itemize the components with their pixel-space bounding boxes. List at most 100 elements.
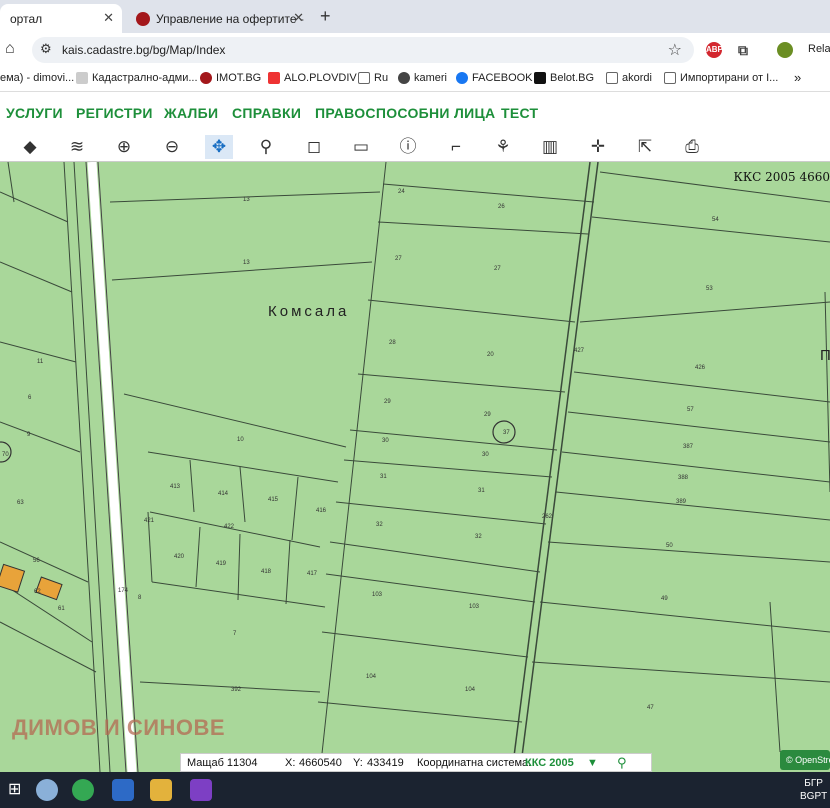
parcel-number: 418 <box>261 569 272 575</box>
parcel-number: 6 <box>28 395 32 401</box>
bookmark-label: Импортирани от I... <box>680 72 779 84</box>
info-icon[interactable]: ⓘ <box>394 135 422 159</box>
tab-cadastre-portal[interactable]: ортал ✕ <box>0 4 122 33</box>
close-icon[interactable]: ✕ <box>103 10 114 26</box>
parcel-number: 104 <box>465 687 476 693</box>
parcel-number: 47 <box>647 705 654 711</box>
parcel-number: 62 <box>34 589 41 595</box>
bookmark-item[interactable]: FACEBOOK <box>456 72 533 84</box>
export-icon[interactable]: ⇱ <box>631 135 659 159</box>
parcel-number: 420 <box>174 554 185 560</box>
parcel-number: 32 <box>475 534 482 540</box>
bookmark-item[interactable]: akordi <box>606 72 652 84</box>
parcel-number: 37 <box>503 430 510 436</box>
bookmark-label: ALO.PLOVDIV <box>284 72 357 84</box>
site-info-icon[interactable]: ⚙ <box>40 41 52 57</box>
draw-polygon-icon[interactable]: ◻ <box>300 135 328 159</box>
nav-licensed-persons[interactable]: ПРАВОСПОСОБНИ ЛИЦА <box>315 105 495 121</box>
bookmark-label: Кадастрално-адми... <box>92 72 198 84</box>
select-icon[interactable]: ⌐ <box>442 135 470 159</box>
coordinate-system-select[interactable]: ККС 2005 <box>525 757 574 769</box>
parcel-number: 103 <box>469 604 480 610</box>
chevron-down-icon[interactable]: ▼ <box>587 757 598 769</box>
parcel-number: 389 <box>676 499 687 505</box>
parcel-number: 26 <box>498 204 505 210</box>
bookmark-item[interactable]: Belot.BG <box>534 72 594 84</box>
parcel-number: 13 <box>243 260 250 266</box>
nav-test[interactable]: ТЕСТ <box>501 105 538 121</box>
parcel-number: 416 <box>316 508 327 514</box>
map-toolbar: ◆ ≋ ⊕ ⊖ ✥ ⚲ ◻ ▭ ⓘ ⌐ ⚘ ▥ ✛ ⇱ ⎙ <box>0 132 830 162</box>
language-indicator[interactable]: БГР BGPT <box>800 777 827 803</box>
browser-toolbar: ⌂ ⚙ kais.cadastre.bg/bg/Map/Index ☆ ABP … <box>0 33 830 66</box>
bookmark-label: IMOT.BG <box>216 72 262 84</box>
folder-icon <box>664 72 676 84</box>
new-tab-button[interactable]: + <box>320 6 331 27</box>
bookmark-item[interactable]: kameri <box>398 72 447 84</box>
parcel-number: 413 <box>170 484 181 490</box>
app-icon[interactable] <box>112 779 134 801</box>
parcel-number: 392 <box>231 687 242 693</box>
parcel-number: 262 <box>542 514 553 520</box>
address-bar[interactable]: ⚙ kais.cadastre.bg/bg/Map/Index ☆ <box>32 37 694 63</box>
measure-area-icon[interactable]: ▭ <box>347 135 375 159</box>
bookmark-star-icon[interactable]: ☆ <box>668 40 682 60</box>
bookmark-label: kameri <box>414 72 448 84</box>
chrome-icon[interactable] <box>72 779 94 801</box>
place-name-partial: П <box>820 347 830 364</box>
nav-complaints[interactable]: ЖАЛБИ <box>164 105 218 121</box>
bookmark-item[interactable]: ема) - dimovi... <box>0 72 74 84</box>
relaunch-button[interactable]: Rela <box>808 43 830 55</box>
route-icon[interactable]: ⚘ <box>489 135 517 159</box>
taskbar: ⊞ БГР BGPT <box>0 772 830 808</box>
close-icon[interactable]: ✕ <box>293 10 304 26</box>
viber-icon[interactable] <box>190 779 212 801</box>
folder-icon[interactable] <box>150 779 172 801</box>
nav-services[interactable]: УСЛУГИ <box>6 105 63 121</box>
bookmark-item[interactable]: Кадастрално-адми... <box>76 72 198 84</box>
avatar[interactable] <box>777 42 793 58</box>
zoom-out-icon[interactable]: ⊖ <box>158 135 186 159</box>
crosshair-icon[interactable]: ✛ <box>584 135 612 159</box>
y-label: Y: <box>353 757 363 769</box>
cadastral-map[interactable]: ККС 2005 4660 Комсала П 24 26 13 54 27 27 13 53… <box>0 162 830 772</box>
home-icon[interactable]: ⌂ <box>5 40 15 58</box>
bookmark-item[interactable]: Импортирани от I... <box>664 72 778 84</box>
bookmark-item[interactable]: ALO.PLOVDIV <box>268 72 357 84</box>
nav-registers[interactable]: РЕГИСТРИ <box>76 105 153 121</box>
layers-icon[interactable]: ◆ <box>16 135 44 159</box>
print-icon[interactable]: ⎙ <box>678 135 706 159</box>
nav-references[interactable]: СПРАВКИ <box>232 105 301 121</box>
location-pin-icon[interactable]: ⚲ <box>252 135 280 159</box>
parcel-number: 388 <box>678 475 689 481</box>
adblock-icon[interactable]: ABP <box>706 42 723 58</box>
parcel-number: 29 <box>484 412 491 418</box>
search-icon[interactable]: ⚲ <box>617 755 627 771</box>
parcel-number: 32 <box>376 522 383 528</box>
scale-value: 1304 <box>233 757 258 769</box>
watermark: ДИМОВ И СИНОВЕ <box>12 715 226 740</box>
x-label: X: <box>285 757 296 769</box>
bookmark-item[interactable]: IMOT.BG <box>200 72 261 84</box>
parcel-number: 61 <box>58 606 65 612</box>
more-bookmarks-icon[interactable]: » <box>794 70 801 85</box>
attribution: © OpenStreetMap <box>780 750 830 770</box>
parcel-number: 49 <box>661 596 668 602</box>
map-icon[interactable]: ▥ <box>536 135 564 159</box>
weather-icon[interactable] <box>36 779 58 801</box>
x-value: 4660540 <box>299 757 342 769</box>
extensions-icon[interactable]: ⧉ <box>735 42 751 58</box>
zoom-in-icon[interactable]: ⊕ <box>110 135 138 159</box>
language-label: БГР <box>804 778 823 789</box>
parcel-lines <box>0 162 830 772</box>
bookmarks-bar: ема) - dimovi... Кадастрално-адми... IMO… <box>0 66 830 92</box>
spade-icon <box>534 72 546 84</box>
bookmark-item[interactable]: Ru <box>358 72 388 84</box>
pan-icon[interactable]: ✥ <box>205 135 233 159</box>
layer-stack-icon[interactable]: ≋ <box>63 135 91 159</box>
layout-label: BGPT <box>800 791 828 802</box>
start-icon[interactable]: ⊞ <box>8 779 30 801</box>
parcel-number: 56 <box>33 558 40 564</box>
tab-offers[interactable]: Управление на офертите - ✕ <box>126 4 312 33</box>
url-text: kais.cadastre.bg/bg/Map/Index <box>62 43 226 57</box>
